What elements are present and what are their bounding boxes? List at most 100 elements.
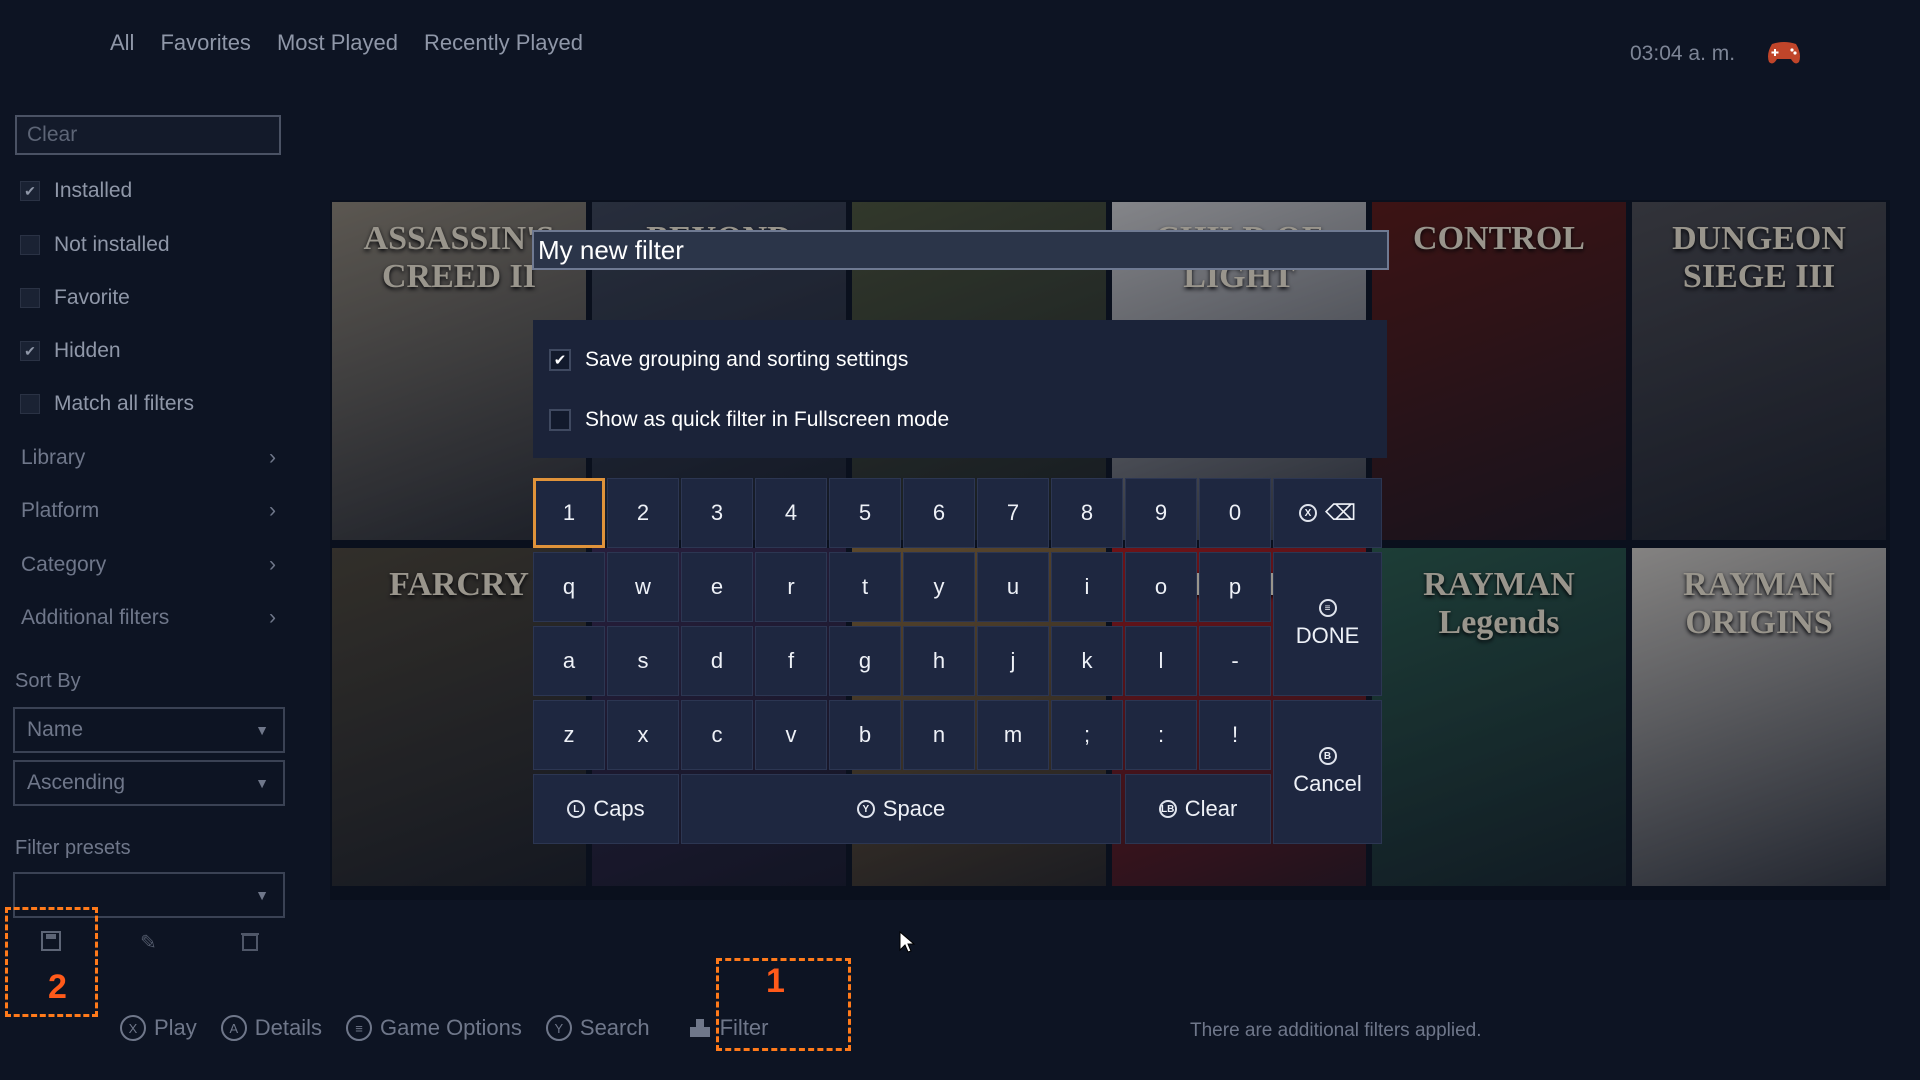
filter-label: Installed (54, 179, 133, 202)
key[interactable]: ; (1051, 700, 1123, 770)
trash-icon (241, 933, 259, 951)
filter-not-installed[interactable]: Not installed (20, 230, 170, 260)
menu-platform[interactable]: Platform › (21, 499, 276, 523)
filter-installed[interactable]: ✔ Installed (20, 176, 132, 206)
key[interactable]: 7 (977, 478, 1049, 548)
key[interactable]: d (681, 626, 753, 696)
rename-preset-button[interactable]: ✎ (140, 930, 157, 955)
key[interactable]: : (1125, 700, 1197, 770)
search-input[interactable]: Clear (15, 115, 281, 155)
key[interactable]: u (977, 552, 1049, 622)
key[interactable]: 8 (1051, 478, 1123, 548)
chevron-right-icon: › (269, 446, 276, 469)
annotation-number-2: 2 (48, 968, 67, 1006)
game-cover[interactable]: CONTROL (1372, 202, 1626, 540)
key[interactable]: 1 (533, 478, 605, 548)
filter-match-all[interactable]: Match all filters (20, 389, 194, 419)
backspace-key[interactable]: X ⌫ (1273, 478, 1382, 548)
hint-details[interactable]: A Details (220, 1015, 323, 1041)
menu-label: Library (21, 446, 86, 469)
checkbox-save-grouping[interactable]: ✔ (549, 349, 571, 371)
done-key[interactable]: ≡ DONE (1273, 552, 1382, 696)
key[interactable]: 0 (1199, 478, 1271, 548)
sort-by-select[interactable]: Name ▼ (13, 707, 285, 753)
cancel-key[interactable]: B Cancel (1273, 700, 1382, 844)
hint-play[interactable]: X Play (120, 1015, 197, 1041)
sort-order-select[interactable]: Ascending ▼ (13, 760, 285, 806)
game-cover[interactable]: DUNGEON SIEGE III (1632, 202, 1886, 540)
key[interactable]: m (977, 700, 1049, 770)
annotation-number-1: 1 (766, 962, 785, 1000)
option-label: Show as quick filter in Fullscreen mode (585, 408, 950, 431)
key[interactable]: x (607, 700, 679, 770)
key[interactable]: t (829, 552, 901, 622)
key[interactable]: 3 (681, 478, 753, 548)
checkbox-hidden[interactable]: ✔ (20, 341, 40, 361)
key[interactable]: i (1051, 552, 1123, 622)
game-title: CONTROL (1413, 220, 1585, 257)
key[interactable]: n (903, 700, 975, 770)
key[interactable]: b (829, 700, 901, 770)
checkbox-quick-filter[interactable] (549, 409, 571, 431)
key[interactable]: l (1125, 626, 1197, 696)
key[interactable]: z (533, 700, 605, 770)
delete-preset-button[interactable] (240, 930, 260, 958)
key[interactable]: h (903, 626, 975, 696)
y-button-icon: Y (545, 1015, 572, 1041)
key[interactable]: a (533, 626, 605, 696)
key[interactable]: 5 (829, 478, 901, 548)
key[interactable]: ! (1199, 700, 1271, 770)
key[interactable]: 2 (607, 478, 679, 548)
option-quick-filter[interactable]: Show as quick filter in Fullscreen mode (549, 408, 949, 432)
b-button-icon: B (1318, 747, 1337, 765)
select-value: Ascending (27, 771, 126, 794)
key-label: ⌫ (1324, 500, 1357, 525)
key[interactable]: y (903, 552, 975, 622)
option-save-grouping[interactable]: ✔ Save grouping and sorting settings (549, 348, 908, 372)
hint-label: Details (254, 1015, 323, 1040)
key[interactable]: 4 (755, 478, 827, 548)
key[interactable]: j (977, 626, 1049, 696)
checkbox-match-all[interactable] (20, 394, 40, 414)
key[interactable]: w (607, 552, 679, 622)
key[interactable]: g (829, 626, 901, 696)
key[interactable]: o (1125, 552, 1197, 622)
filter-hidden[interactable]: ✔ Hidden (20, 336, 121, 366)
key[interactable]: 6 (903, 478, 975, 548)
hint-search[interactable]: Y Search (545, 1015, 650, 1041)
checkbox-favorite[interactable] (20, 288, 40, 308)
mouse-cursor-icon (899, 931, 915, 953)
key[interactable]: q (533, 552, 605, 622)
checkbox-not-installed[interactable] (20, 235, 40, 255)
filter-name-input[interactable]: My new filter (532, 230, 1389, 270)
menu-library[interactable]: Library › (21, 446, 276, 470)
caps-key[interactable]: L Caps (533, 774, 679, 844)
key[interactable]: s (607, 626, 679, 696)
key[interactable]: v (755, 700, 827, 770)
key[interactable]: k (1051, 626, 1123, 696)
menu-additional-filters[interactable]: Additional filters › (21, 606, 276, 630)
key[interactable]: r (755, 552, 827, 622)
filter-favorite[interactable]: Favorite (20, 283, 130, 313)
key[interactable]: p (1199, 552, 1271, 622)
a-button-icon: A (220, 1015, 247, 1041)
menu-category[interactable]: Category › (21, 553, 276, 577)
menu-button-icon: ≡ (1318, 599, 1337, 617)
key[interactable]: f (755, 626, 827, 696)
key-label: Space (882, 796, 946, 821)
tab-recently-played[interactable]: Recently Played (424, 30, 583, 56)
key[interactable]: - (1199, 626, 1271, 696)
key[interactable]: 9 (1125, 478, 1197, 548)
space-key[interactable]: Y Space (681, 774, 1121, 844)
clear-key[interactable]: LB Clear (1125, 774, 1271, 844)
key[interactable]: e (681, 552, 753, 622)
hint-game-options[interactable]: ≡ Game Options (346, 1015, 522, 1041)
key[interactable]: c (681, 700, 753, 770)
chevron-down-icon: ▼ (255, 722, 269, 738)
checkbox-installed[interactable]: ✔ (20, 181, 40, 201)
menu-label: Platform (21, 499, 100, 522)
game-cover[interactable]: RAYMAN Legends (1372, 548, 1626, 886)
game-cover[interactable]: RAYMAN ORIGINS (1632, 548, 1886, 886)
hint-label: Search (579, 1015, 650, 1040)
filter-label: Match all filters (54, 392, 195, 415)
